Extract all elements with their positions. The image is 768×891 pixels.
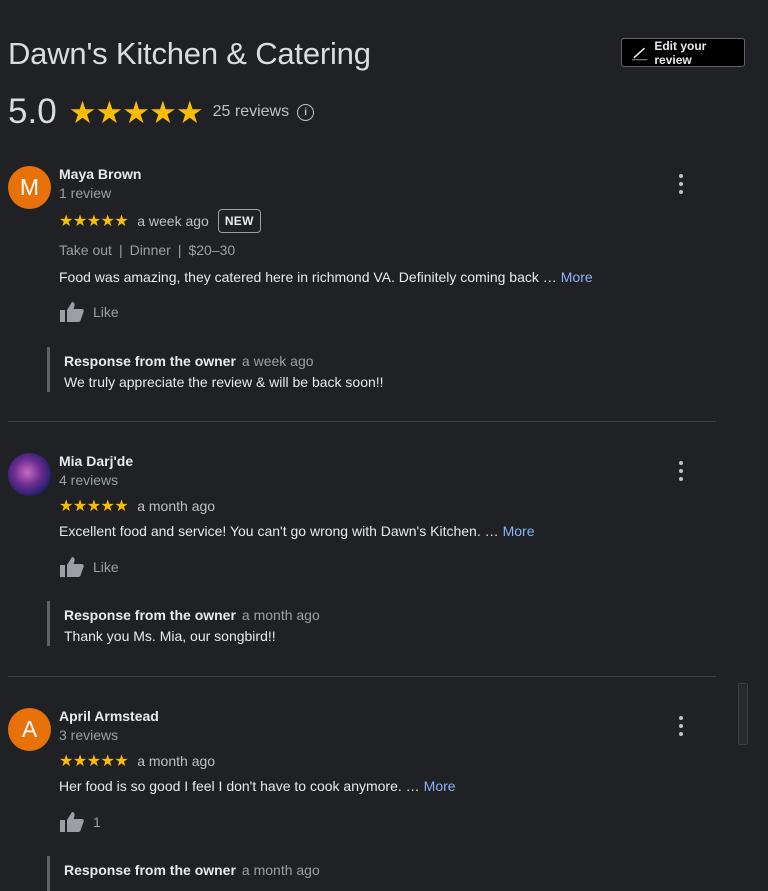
avatar[interactable]: M: [8, 166, 51, 209]
review-text: Her food is so good I feel I don't have …: [59, 778, 456, 794]
like-label: Like: [93, 304, 119, 320]
thumb-up-icon: [60, 302, 84, 322]
thumb-up-icon: [60, 557, 84, 577]
like-count: 1: [93, 814, 101, 830]
reviewer-review-count: 1 review: [59, 185, 112, 201]
review-date: a month ago: [137, 753, 216, 769]
place-title: Dawn's Kitchen & Catering: [8, 36, 371, 71]
review-text-body: Excellent food and service! You can't go…: [59, 523, 499, 539]
owner-response: Response from the owner a month ago Thank…: [47, 601, 707, 646]
review-date: a month ago: [137, 498, 216, 514]
scrollbar[interactable]: [738, 683, 748, 745]
reviewer-review-count: 3 reviews: [59, 727, 119, 743]
like-button[interactable]: 1: [59, 811, 101, 833]
like-button[interactable]: Like: [59, 556, 119, 578]
divider: [8, 421, 716, 422]
owner-response-date: a week ago: [241, 353, 314, 369]
review-stars: ★★★★★: [59, 498, 129, 515]
like-button[interactable]: Like: [59, 301, 119, 323]
owner-response-date: a month ago: [241, 862, 320, 878]
rating-stars: ★★★★★: [68, 94, 204, 130]
more-vert-icon[interactable]: [676, 716, 686, 736]
owner-response-text: Thank you Ms. Mia, our songbird!!: [64, 628, 276, 644]
review-card: A April Armstead 3 reviews ★★★★★ a month…: [0, 708, 716, 891]
pencil-icon: [631, 47, 648, 60]
meta-separator: |: [177, 242, 182, 258]
divider: [8, 676, 716, 677]
review-stars: ★★★★★: [59, 213, 129, 230]
review-rating-row: ★★★★★ a week ago NEW: [59, 209, 261, 233]
meta-service: Take out: [59, 242, 112, 258]
review-count[interactable]: 25 reviews: [213, 103, 289, 121]
reviewer-name[interactable]: Mia Darj'de: [59, 453, 133, 469]
more-link[interactable]: More: [503, 523, 535, 539]
review-rating-row: ★★★★★ a month ago: [59, 496, 215, 516]
more-link[interactable]: More: [561, 269, 593, 285]
review-text-body: Her food is so good I feel I don't have …: [59, 778, 420, 794]
avatar[interactable]: [8, 453, 51, 496]
owner-response-date: a month ago: [241, 607, 320, 623]
meta-meal: Dinner: [129, 242, 171, 258]
review-rating-row: ★★★★★ a month ago: [59, 751, 215, 771]
more-vert-icon[interactable]: [676, 461, 686, 481]
owner-response-label: Response from the owner: [64, 862, 236, 878]
review-text: Excellent food and service! You can't go…: [59, 523, 535, 539]
more-link[interactable]: More: [424, 778, 456, 794]
rating-summary: 5.0 ★★★★★ 25 reviews i: [8, 92, 315, 132]
review-stars: ★★★★★: [59, 753, 129, 770]
owner-response: Response from the owner a week ago We tru…: [47, 347, 707, 392]
info-icon[interactable]: i: [297, 103, 315, 121]
rating-value: 5.0: [8, 92, 57, 131]
new-badge: NEW: [217, 209, 261, 233]
like-label: Like: [93, 559, 119, 575]
thumb-up-icon: [60, 812, 84, 832]
review-text: Food was amazing, they catered here in r…: [59, 269, 593, 285]
review-card: M Maya Brown 1 review ★★★★★ a week ago N…: [0, 166, 716, 396]
avatar[interactable]: A: [8, 708, 51, 751]
more-vert-icon[interactable]: [676, 174, 686, 194]
review-meta: Take out | Dinner | $20–30: [59, 242, 235, 258]
review-card: Mia Darj'de 4 reviews ★★★★★ a month ago …: [0, 453, 716, 653]
reviewer-name[interactable]: Maya Brown: [59, 166, 141, 182]
owner-response-label: Response from the owner: [64, 607, 236, 623]
meta-price: $20–30: [188, 242, 236, 258]
review-date: a week ago: [137, 213, 209, 229]
reviewer-review-count: 4 reviews: [59, 472, 119, 488]
owner-response: Response from the owner a month ago: [47, 856, 707, 891]
edit-review-label: Edit your review: [654, 38, 707, 67]
owner-response-text: We truly appreciate the review & will be…: [64, 374, 384, 390]
owner-response-label: Response from the owner: [64, 353, 236, 369]
meta-separator: |: [118, 242, 123, 258]
reviewer-name[interactable]: April Armstead: [59, 708, 159, 724]
edit-review-button[interactable]: Edit your review: [621, 38, 745, 67]
review-text-body: Food was amazing, they catered here in r…: [59, 269, 557, 285]
